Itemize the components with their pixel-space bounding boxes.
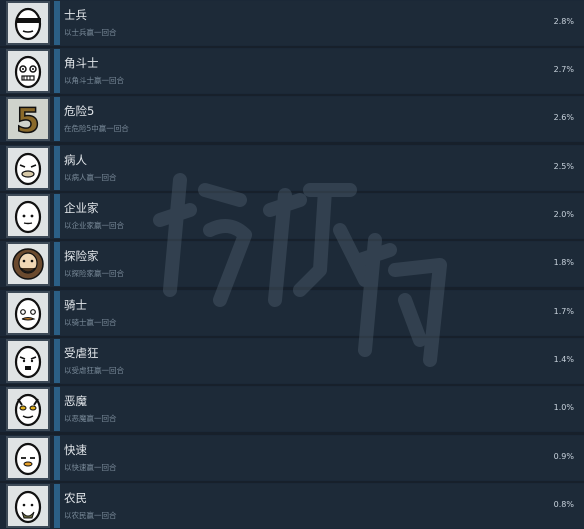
unlock-percentage: 1.4% [553, 355, 574, 364]
achievement-description: 以受虐狂赢一回合 [64, 366, 124, 375]
egg-knight-icon [6, 291, 50, 335]
achievement-row[interactable]: 受虐狂以受虐狂赢一回合 1.4% [0, 338, 584, 384]
achievement-name: 危险5 [64, 104, 95, 118]
achievement-name: 受虐狂 [64, 346, 99, 360]
achievement-description: 在危险5中赢一回合 [64, 124, 129, 133]
egg-sick-icon [6, 146, 50, 190]
unlock-progress-bar [54, 242, 60, 286]
unlock-progress-bar [54, 387, 60, 431]
unlock-progress-bar [54, 194, 60, 238]
achievement-row[interactable]: 快速以快速赢一回合 0.9% [0, 435, 584, 481]
achievement-description: 以探险家赢一回合 [64, 269, 124, 278]
egg-farmer-icon [6, 484, 50, 528]
achievement-body: 角斗士以角斗士赢一回合 2.7% [54, 49, 584, 93]
achievement-row[interactable]: 士兵以士兵赢一回合 2.8% [0, 0, 584, 46]
achievement-body: 受虐狂以受虐狂赢一回合 1.4% [54, 339, 584, 383]
achievement-body: 恶魔以恶魔赢一回合 1.0% [54, 387, 584, 431]
achievement-name: 恶魔 [64, 394, 87, 408]
achievement-name: 士兵 [64, 8, 87, 22]
achievement-description: 以恶魔赢一回合 [64, 414, 117, 423]
egg-speedy-icon [6, 436, 50, 480]
unlock-progress-bar [54, 291, 60, 335]
achievement-body: 企业家以企业家赢一回合 2.0% [54, 194, 584, 238]
achievement-row[interactable]: 骑士以骑士赢一回合 1.7% [0, 290, 584, 336]
achievement-body: 士兵以士兵赢一回合 2.8% [54, 1, 584, 45]
unlock-progress-bar [54, 436, 60, 480]
unlock-percentage: 2.0% [553, 210, 574, 219]
unlock-progress-bar [54, 49, 60, 93]
unlock-progress-bar [54, 1, 60, 45]
egg-entrepreneur-icon [6, 194, 50, 238]
unlock-percentage: 0.8% [553, 500, 574, 509]
achievement-description: 以企业家赢一回合 [64, 221, 124, 230]
achievement-row[interactable]: 5 危险5 在危险5中赢一回合 2.6% [0, 96, 584, 142]
unlock-progress-bar [54, 146, 60, 190]
unlock-percentage: 1.8% [553, 258, 574, 267]
achievement-name: 农民 [64, 491, 87, 505]
egg-gladiator-icon [6, 49, 50, 93]
svg-text:5: 5 [16, 101, 40, 139]
unlock-percentage: 2.7% [553, 65, 574, 74]
achievement-description: 以士兵赢一回合 [64, 28, 117, 37]
achievement-description: 以骑士赢一回合 [64, 318, 117, 327]
achievement-row[interactable]: 病人以病人赢一回合 2.5% [0, 145, 584, 191]
unlock-progress-bar [54, 339, 60, 383]
unlock-progress-bar [54, 484, 60, 528]
egg-demon-icon [6, 387, 50, 431]
achievement-name: 角斗士 [64, 56, 99, 70]
achievement-description: 以农民赢一回合 [64, 511, 117, 520]
egg-masochist-icon [6, 339, 50, 383]
achievement-name: 快速 [64, 443, 87, 457]
achievement-body: 农民以农民赢一回合 0.8% [54, 484, 584, 528]
achievement-description: 以快速赢一回合 [64, 463, 117, 472]
achievement-name: 骑士 [64, 298, 87, 312]
achievement-body: 病人以病人赢一回合 2.5% [54, 146, 584, 190]
unlock-percentage: 1.0% [553, 403, 574, 412]
achievement-row[interactable]: 角斗士以角斗士赢一回合 2.7% [0, 48, 584, 94]
egg-sunglasses-icon [6, 1, 50, 45]
achievement-description: 以角斗士赢一回合 [64, 76, 124, 85]
achievement-body: 快速以快速赢一回合 0.9% [54, 436, 584, 480]
unlock-progress-bar [54, 97, 60, 141]
achievement-body: 危险5 在危险5中赢一回合 2.6% [54, 97, 584, 141]
achievement-row[interactable]: 探险家以探险家赢一回合 1.8% [0, 241, 584, 287]
number-five-icon: 5 [6, 97, 50, 141]
achievement-name: 企业家 [64, 201, 99, 215]
achievement-name: 病人 [64, 153, 87, 167]
achievement-body: 骑士以骑士赢一回合 1.7% [54, 291, 584, 335]
achievement-list: 士兵以士兵赢一回合 2.8% 角斗士以角斗士赢一回合 2.7% 5 危险5 在危险5中赢一回… [0, 0, 584, 529]
unlock-percentage: 2.5% [553, 162, 574, 171]
unlock-percentage: 2.6% [553, 113, 574, 122]
achievement-row[interactable]: 农民以农民赢一回合 0.8% [0, 483, 584, 529]
unlock-percentage: 0.9% [553, 452, 574, 461]
unlock-percentage: 1.7% [553, 307, 574, 316]
egg-explorer-icon [6, 242, 50, 286]
unlock-percentage: 2.8% [553, 17, 574, 26]
achievement-row[interactable]: 企业家以企业家赢一回合 2.0% [0, 193, 584, 239]
achievement-row[interactable]: 恶魔以恶魔赢一回合 1.0% [0, 386, 584, 432]
achievement-description: 以病人赢一回合 [64, 173, 117, 182]
achievement-name: 探险家 [64, 249, 99, 263]
achievement-body: 探险家以探险家赢一回合 1.8% [54, 242, 584, 286]
